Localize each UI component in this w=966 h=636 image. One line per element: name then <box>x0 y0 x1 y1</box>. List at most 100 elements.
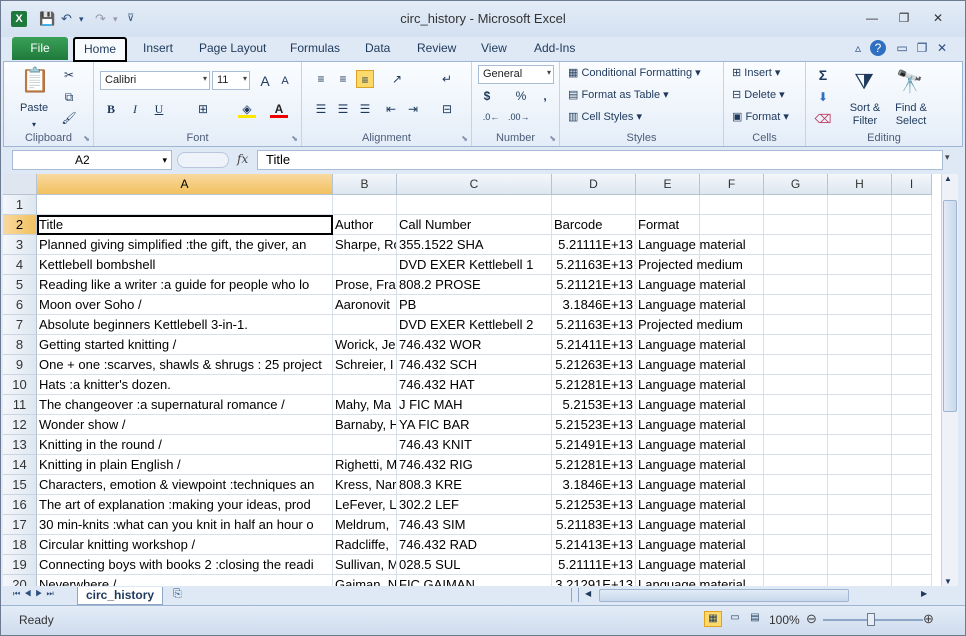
cell-i7[interactable] <box>892 315 932 335</box>
orientation-icon[interactable]: ↗ <box>388 70 406 88</box>
cell-g17[interactable] <box>764 515 828 535</box>
cell-g1[interactable] <box>764 195 828 215</box>
formula-input[interactable]: Title <box>257 150 943 170</box>
underline-icon[interactable]: U <box>150 100 168 118</box>
row-header[interactable]: 12 <box>3 415 37 435</box>
insert-function-icon[interactable]: fx <box>237 152 248 166</box>
horizontal-scroll-thumb[interactable] <box>599 589 849 602</box>
align-center-icon[interactable]: ☰ <box>334 100 352 118</box>
cell-h8[interactable] <box>828 335 892 355</box>
copy-icon[interactable]: ⧉ <box>60 88 78 106</box>
cell-h14[interactable] <box>828 455 892 475</box>
cell-e16[interactable]: Language material <box>636 495 746 515</box>
cell-g3[interactable] <box>764 235 828 255</box>
decrease-indent-icon[interactable]: ⇤ <box>382 100 400 118</box>
row-header[interactable]: 6 <box>3 295 37 315</box>
cell-a2[interactable]: Title <box>37 215 333 235</box>
cell-b13[interactable] <box>333 435 397 455</box>
scroll-up-icon[interactable]: ▲ <box>944 174 952 183</box>
bold-icon[interactable]: B <box>102 100 120 118</box>
cell-e15[interactable]: Language material <box>636 475 746 495</box>
format-painter-icon[interactable]: 🖌 <box>60 109 78 127</box>
row-header[interactable]: 18 <box>3 535 37 555</box>
cell-f1[interactable] <box>700 195 764 215</box>
cell-i2[interactable] <box>892 215 932 235</box>
page-layout-view-icon[interactable]: ▭ <box>726 611 744 627</box>
cell-a19[interactable]: Connecting boys with books 2 :closing th… <box>37 555 333 575</box>
cell-b6[interactable]: Aaronovit <box>333 295 397 315</box>
cell-f14[interactable] <box>700 455 764 475</box>
cell-a15[interactable]: Characters, emotion & viewpoint :techniq… <box>37 475 333 495</box>
cell-e7[interactable]: Projected medium <box>636 315 743 335</box>
column-header-d[interactable]: D <box>552 174 636 195</box>
cell-d1[interactable] <box>552 195 636 215</box>
cell-c7[interactable]: DVD EXER Kettlebell 2 <box>397 315 552 335</box>
workbook-minimize-icon[interactable]: ▭ <box>894 40 910 56</box>
cell-d19[interactable]: 5.21111E+13 <box>552 555 636 575</box>
cut-icon[interactable]: ✂ <box>60 66 78 84</box>
sheet-tab-circ-history[interactable]: circ_history <box>77 587 164 605</box>
cell-g11[interactable] <box>764 395 828 415</box>
currency-icon[interactable]: $ <box>478 87 496 105</box>
cell-h20[interactable] <box>828 575 892 586</box>
tab-add-ins[interactable]: Add-Ins <box>534 41 575 55</box>
cell-b10[interactable] <box>333 375 397 395</box>
number-launcher-icon[interactable]: ⬊ <box>549 134 556 143</box>
cell-e5[interactable]: Language material <box>636 275 746 295</box>
conditional-formatting-button[interactable]: ▦ Conditional Formatting ▾ <box>568 66 701 79</box>
cell-d6[interactable]: 3.1846E+13 <box>552 295 636 315</box>
cell-a5[interactable]: Reading like a writer :a guide for peopl… <box>37 275 333 295</box>
cell-g19[interactable] <box>764 555 828 575</box>
column-header-c[interactable]: C <box>397 174 552 195</box>
cell-h4[interactable] <box>828 255 892 275</box>
cell-a6[interactable]: Moon over Soho / <box>37 295 333 315</box>
find-select-icon[interactable]: 🔭 <box>896 66 924 98</box>
row-header[interactable]: 7 <box>3 315 37 335</box>
cell-d20[interactable]: 3.21291E+13 <box>552 575 636 586</box>
cell-h3[interactable] <box>828 235 892 255</box>
cell-d12[interactable]: 5.21523E+13 <box>552 415 636 435</box>
cell-g20[interactable] <box>764 575 828 586</box>
cell-f4[interactable] <box>700 255 764 275</box>
column-header-h[interactable]: H <box>828 174 892 195</box>
cell-a8[interactable]: Getting started knitting / <box>37 335 333 355</box>
cell-f17[interactable] <box>700 515 764 535</box>
wrap-text-icon[interactable]: ↵ <box>438 70 456 88</box>
cell-b8[interactable]: Worick, Je <box>333 335 397 355</box>
find-select-label[interactable]: Find & Select <box>888 102 934 128</box>
insert-sheet-icon[interactable]: ⎘ <box>173 588 182 601</box>
cell-h12[interactable] <box>828 415 892 435</box>
restore-button[interactable]: ❐ <box>891 9 917 27</box>
cell-d7[interactable]: 5.21163E+13 <box>552 315 636 335</box>
close-button[interactable]: ✕ <box>925 9 951 27</box>
formula-bar-handle[interactable] <box>177 152 229 168</box>
cell-g8[interactable] <box>764 335 828 355</box>
cell-h16[interactable] <box>828 495 892 515</box>
cell-f3[interactable] <box>700 235 764 255</box>
cell-f9[interactable] <box>700 355 764 375</box>
cell-c10[interactable]: 746.432 HAT <box>397 375 552 395</box>
cell-h15[interactable] <box>828 475 892 495</box>
row-header[interactable]: 5 <box>3 275 37 295</box>
cell-a16[interactable]: The art of explanation :making your idea… <box>37 495 333 515</box>
format-cells-button[interactable]: ▣ Format ▾ <box>732 110 789 123</box>
cell-i11[interactable] <box>892 395 932 415</box>
sort-filter-icon[interactable]: ⧩ <box>850 66 878 98</box>
cell-b9[interactable]: Schreier, I <box>333 355 397 375</box>
normal-view-icon[interactable]: ▦ <box>704 611 722 627</box>
cell-b1[interactable] <box>333 195 397 215</box>
cell-c17[interactable]: 746.43 SIM <box>397 515 552 535</box>
cell-f15[interactable] <box>700 475 764 495</box>
cell-i13[interactable] <box>892 435 932 455</box>
cell-i16[interactable] <box>892 495 932 515</box>
cell-i19[interactable] <box>892 555 932 575</box>
cell-d18[interactable]: 5.21413E+13 <box>552 535 636 555</box>
row-header[interactable]: 14 <box>3 455 37 475</box>
tab-view[interactable]: View <box>481 41 507 55</box>
name-box[interactable]: A2 ▾ <box>12 150 172 170</box>
name-box-dropdown-icon[interactable]: ▾ <box>162 151 167 169</box>
row-header[interactable]: 8 <box>3 335 37 355</box>
decrease-decimal-icon[interactable]: .00→ <box>508 108 530 126</box>
cell-b11[interactable]: Mahy, Ma <box>333 395 397 415</box>
cell-a13[interactable]: Knitting in the round / <box>37 435 333 455</box>
